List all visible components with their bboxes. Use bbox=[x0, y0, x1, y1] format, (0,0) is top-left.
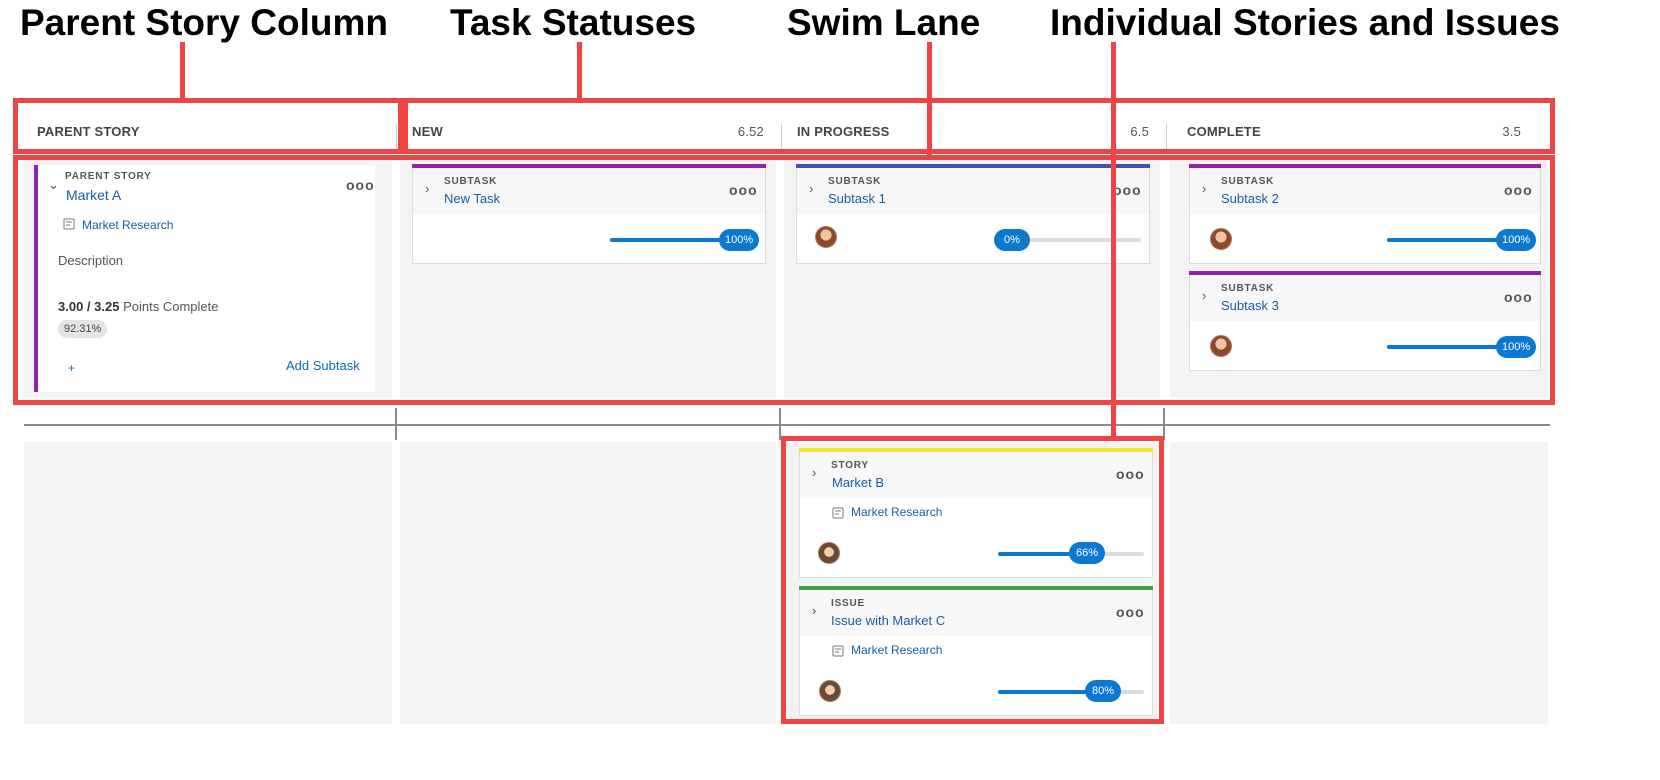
annotation-swim-lane: Swim Lane bbox=[787, 2, 981, 43]
annotation-box-individual-items bbox=[781, 436, 1164, 724]
lane2-new-bg bbox=[400, 442, 776, 724]
lane2-parent-bg bbox=[24, 442, 392, 724]
lane2-complete-bg bbox=[1170, 442, 1548, 724]
swim-lane-divider bbox=[24, 424, 1550, 426]
annotation-parent-story-column: Parent Story Column bbox=[20, 2, 388, 43]
annotation-box-swim-lane bbox=[13, 155, 1555, 405]
annotation-connector bbox=[577, 42, 582, 100]
annotation-box-parent-story bbox=[13, 98, 403, 154]
annotation-task-statuses: Task Statuses bbox=[450, 2, 697, 43]
lane-divider-tick bbox=[395, 408, 397, 440]
annotation-individual-items: Individual Stories and Issues bbox=[1050, 2, 1560, 43]
annotation-box-task-statuses bbox=[403, 98, 1555, 154]
annotation-connector bbox=[180, 42, 185, 100]
